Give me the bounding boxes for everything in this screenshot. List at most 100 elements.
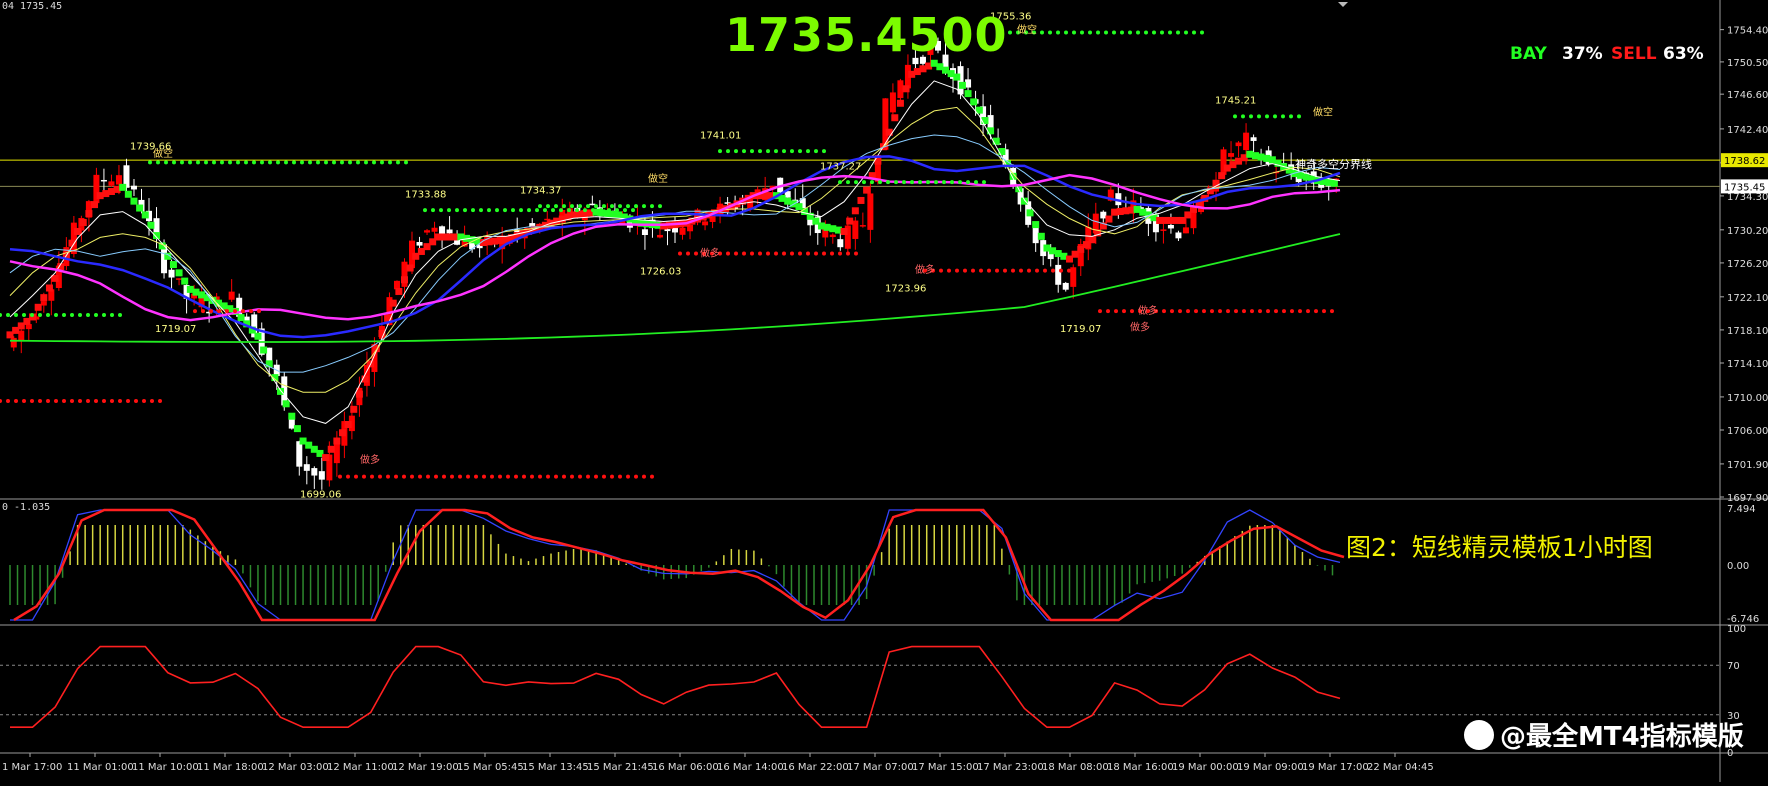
resistance-dot — [78, 313, 82, 318]
price-chart[interactable]: 1754.401750.501746.601742.401738.301734.… — [0, 0, 1768, 782]
resistance-dot — [1281, 114, 1285, 119]
band-square-green — [124, 190, 132, 198]
resistance-dot — [292, 160, 296, 165]
resistance-dot — [1112, 30, 1116, 35]
band-square-red — [91, 201, 99, 209]
support-dot — [78, 399, 82, 404]
resistance-dot — [546, 204, 550, 209]
support-dot — [987, 268, 991, 273]
resistance-dot — [966, 180, 970, 185]
band-square-green — [293, 425, 301, 433]
resistance-dot — [1120, 30, 1124, 35]
resistance-dot — [602, 204, 606, 209]
support-dot — [1314, 309, 1318, 314]
band-square-green — [1020, 197, 1028, 205]
symbol-readout: 04 1735.45 — [2, 1, 63, 12]
resistance-dot — [196, 160, 200, 165]
candle-body — [318, 471, 325, 480]
support-dot — [434, 474, 438, 479]
resistance-dot — [340, 160, 344, 165]
support-dot — [14, 399, 18, 404]
candle-body — [889, 92, 896, 113]
resistance-dot — [950, 180, 954, 185]
resistance-dot — [30, 313, 34, 318]
resistance-dot — [94, 313, 98, 318]
support-dot — [1210, 309, 1214, 314]
resistance-dot — [1289, 114, 1293, 119]
resistance-dot — [618, 204, 622, 209]
band-square-green — [958, 81, 966, 89]
resistance-dot — [626, 204, 630, 209]
band-square-red — [395, 287, 403, 295]
resistance-dot — [364, 160, 368, 165]
trough-price-label: 1719.07 — [155, 324, 196, 335]
support-dot — [838, 251, 842, 256]
support-dot — [971, 268, 975, 273]
band-square-green — [119, 183, 127, 191]
support-dot — [0, 399, 2, 404]
band-square-green — [288, 412, 296, 420]
resistance-dot — [188, 160, 192, 165]
support-dot — [249, 309, 253, 314]
support-dot — [46, 399, 50, 404]
resistance-dot — [623, 208, 627, 213]
band-square-red — [1088, 236, 1096, 244]
resistance-dot — [348, 160, 352, 165]
support-dot — [62, 399, 66, 404]
resistance-dot — [543, 208, 547, 213]
support-dot — [442, 474, 446, 479]
support-dot — [1043, 268, 1047, 273]
band-square-green — [1330, 179, 1338, 187]
time-axis-label: 12 Mar 03:00 — [262, 762, 329, 773]
peak-price-label: 1733.88 — [405, 189, 446, 200]
short-signal-label: 做空 — [153, 147, 173, 160]
candle-body — [1100, 211, 1107, 219]
support-dot — [201, 309, 205, 314]
resistance-dot — [1072, 30, 1076, 35]
macd-tick-label: 7.494 — [1727, 504, 1756, 515]
support-dot — [426, 474, 430, 479]
macd-pane-header: 0 -1.035 — [2, 502, 51, 513]
resistance-dot — [910, 180, 914, 185]
candle-body — [1062, 282, 1069, 290]
support-dot — [538, 474, 542, 479]
band-square-red — [896, 99, 904, 107]
resistance-dot — [404, 160, 408, 165]
band-square-green — [260, 346, 268, 354]
band-square-red — [406, 264, 414, 272]
band-square-red — [40, 294, 48, 302]
resistance-dot — [1048, 30, 1052, 35]
resistance-dot — [798, 149, 802, 154]
support-dot — [995, 268, 999, 273]
resistance-dot — [447, 208, 451, 213]
candle-body — [882, 98, 889, 150]
resistance-dot — [1040, 30, 1044, 35]
resistance-dot — [172, 160, 176, 165]
candle-body — [303, 464, 310, 471]
support-dot — [742, 251, 746, 256]
support-dot — [209, 309, 213, 314]
support-dot — [394, 474, 398, 479]
resistance-dot — [1128, 30, 1132, 35]
resistance-dot — [6, 313, 10, 318]
chart-window[interactable]: 1754.401750.501746.601742.401738.301734.… — [0, 0, 1768, 782]
resistance-dot — [1297, 114, 1301, 119]
resistance-dot — [308, 160, 312, 165]
resistance-dot — [527, 208, 531, 213]
support-dot — [1106, 309, 1110, 314]
resistance-dot — [790, 149, 794, 154]
resistance-dot — [586, 204, 590, 209]
resistance-dot — [487, 208, 491, 213]
time-axis-label: 11 Mar 18:00 — [197, 762, 264, 773]
band-square-green — [282, 400, 290, 408]
support-dot — [726, 251, 730, 256]
trough-price-label: 1723.96 — [885, 283, 926, 294]
support-dot — [110, 399, 114, 404]
support-dot — [846, 251, 850, 256]
resistance-dot — [148, 160, 152, 165]
resistance-dot — [926, 180, 930, 185]
support-dot — [522, 474, 526, 479]
resistance-dot — [538, 204, 542, 209]
resistance-dot — [463, 208, 467, 213]
resistance-dot — [252, 160, 256, 165]
